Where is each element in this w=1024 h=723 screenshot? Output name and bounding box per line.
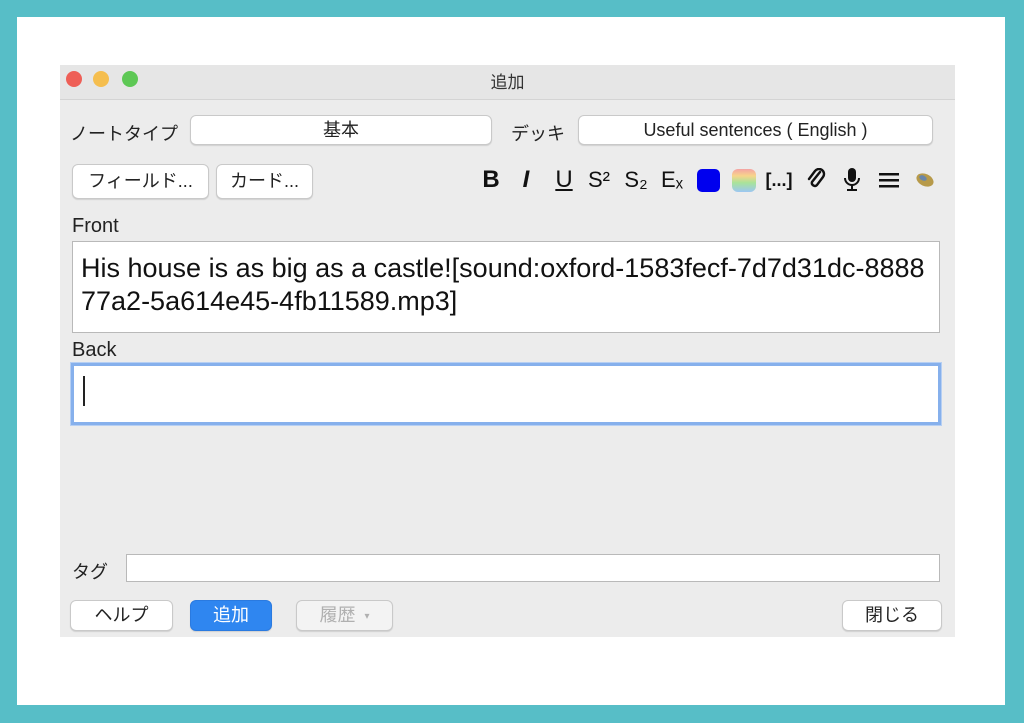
deck-selector[interactable]: Useful sentences ( English ) xyxy=(578,115,933,145)
tags-input[interactable] xyxy=(126,554,940,582)
dropdown-gem-icon xyxy=(916,173,934,187)
back-field-label: Back xyxy=(72,339,117,361)
highlight-gradient-swatch xyxy=(732,169,756,192)
highlight-color-icon[interactable] xyxy=(731,165,757,195)
history-label: 履歴 xyxy=(319,605,356,625)
help-button[interactable]: ヘルプ xyxy=(70,600,173,631)
note-type-selector[interactable]: 基本 xyxy=(190,115,492,145)
cards-button[interactable]: カード... xyxy=(216,164,313,199)
bold-icon[interactable]: B xyxy=(478,165,504,195)
front-field-label: Front xyxy=(72,215,119,237)
latex-icon[interactable] xyxy=(912,165,938,195)
attach-icon[interactable] xyxy=(804,165,830,195)
close-button[interactable]: 閉じる xyxy=(842,600,942,631)
back-field[interactable] xyxy=(71,363,941,425)
more-icon[interactable] xyxy=(876,165,902,195)
subscript-icon[interactable]: S₂ xyxy=(621,165,651,195)
superscript-icon[interactable]: S² xyxy=(584,165,614,195)
text-color-icon[interactable] xyxy=(696,165,722,195)
cloze-icon[interactable]: [...] xyxy=(765,165,793,195)
front-field[interactable]: His house is as big as a castle![sound:o… xyxy=(72,241,940,333)
front-field-text: His house is as big as a castle![sound:o… xyxy=(81,253,925,316)
record-audio-icon[interactable] xyxy=(840,165,864,195)
add-button[interactable]: 追加 xyxy=(190,600,272,631)
window-title: 追加 xyxy=(490,73,525,92)
chevron-down-icon: ▾ xyxy=(364,610,370,622)
tags-label: タグ xyxy=(72,562,108,582)
underline-icon[interactable]: U xyxy=(552,165,576,195)
menu-lines-icon xyxy=(879,173,899,188)
microphone-icon xyxy=(844,168,860,191)
title-bar: 追加 xyxy=(60,65,955,100)
clear-format-icon[interactable]: Eₓ xyxy=(658,165,686,195)
paperclip-icon xyxy=(807,167,826,188)
deck-label: デッキ xyxy=(511,124,565,144)
history-button[interactable]: 履歴 ▾ xyxy=(296,600,393,631)
note-type-label: ノートタイプ xyxy=(70,124,178,144)
fields-button[interactable]: フィールド... xyxy=(72,164,209,199)
text-caret xyxy=(83,376,85,406)
italic-icon[interactable]: I xyxy=(515,165,537,195)
text-color-swatch xyxy=(697,169,720,192)
add-note-window: 追加 ノートタイプ 基本 デッキ Useful sentences ( Engl… xyxy=(60,65,955,637)
